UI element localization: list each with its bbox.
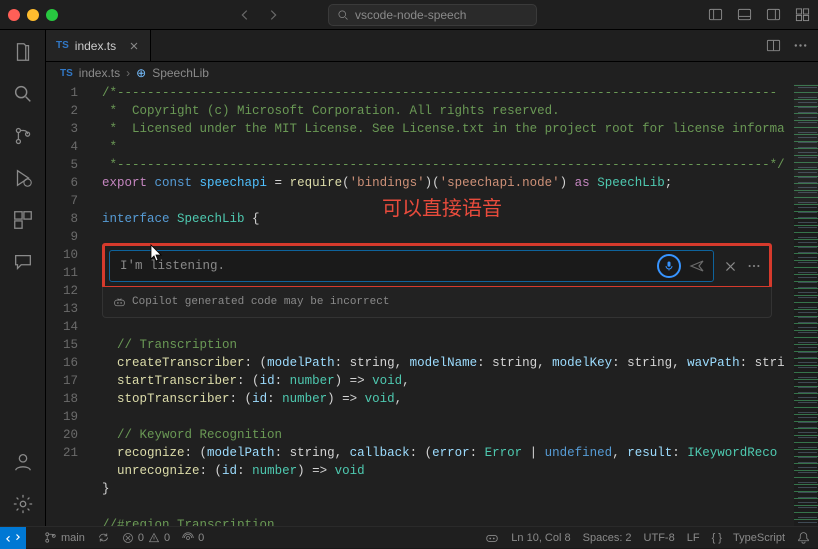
inline-chat-panel: I'm listening. xyxy=(102,243,772,289)
remote-indicator[interactable] xyxy=(0,527,26,549)
eol-status[interactable]: LF xyxy=(687,532,700,544)
nav-back-icon[interactable] xyxy=(238,8,252,22)
source-control-icon[interactable] xyxy=(9,122,37,150)
inline-chat-placeholder: I'm listening. xyxy=(120,257,651,275)
inline-chat-note-text: Copilot generated code may be incorrect xyxy=(132,293,389,311)
inline-chat-input[interactable]: I'm listening. xyxy=(109,250,714,282)
notifications-icon[interactable] xyxy=(797,531,810,544)
git-branch-name: main xyxy=(61,532,85,544)
tab-close-icon[interactable] xyxy=(128,40,140,52)
line-number: 21 xyxy=(46,444,78,462)
breadcrumb[interactable]: TS index.ts › ⊕ SpeechLib xyxy=(46,62,818,84)
copilot-status-icon[interactable] xyxy=(485,531,499,545)
chat-icon[interactable] xyxy=(9,248,37,276)
command-center-search[interactable]: vscode-node-speech xyxy=(328,4,537,26)
line-number: 13 xyxy=(46,300,78,318)
microphone-icon[interactable] xyxy=(657,254,681,278)
line-number: 20 xyxy=(46,426,78,444)
extensions-icon[interactable] xyxy=(9,206,37,234)
copilot-icon xyxy=(113,296,126,309)
search-view-icon[interactable] xyxy=(9,80,37,108)
status-bar: main 0 0 0 Ln 10, Col 8 Spaces: 2 UTF-8 … xyxy=(0,526,818,548)
line-number: 9 xyxy=(46,228,78,246)
git-branch-status[interactable]: main xyxy=(44,531,85,544)
code-editor[interactable]: 123456789101112131415161718192021 /*----… xyxy=(46,84,818,526)
line-number: 3 xyxy=(46,120,78,138)
send-icon[interactable] xyxy=(689,258,705,274)
problems-status[interactable]: 0 0 xyxy=(122,532,170,544)
zoom-window-dot[interactable] xyxy=(46,9,58,21)
settings-gear-icon[interactable] xyxy=(9,490,37,518)
typescript-file-icon: TS xyxy=(56,40,69,51)
tab-filename: index.ts xyxy=(75,39,116,53)
activity-bar xyxy=(0,30,46,526)
line-number: 6 xyxy=(46,174,78,192)
line-number: 11 xyxy=(46,264,78,282)
language-mode-status[interactable]: { } TypeScript xyxy=(712,532,785,544)
line-number: 18 xyxy=(46,390,78,408)
line-number: 19 xyxy=(46,408,78,426)
line-number: 4 xyxy=(46,138,78,156)
layout-customize-icon[interactable] xyxy=(795,7,810,22)
line-number: 12 xyxy=(46,282,78,300)
command-center-placeholder: vscode-node-speech xyxy=(355,8,466,22)
accounts-icon[interactable] xyxy=(9,448,37,476)
symbol-type-icon: ⊕ xyxy=(136,66,146,80)
indentation-status[interactable]: Spaces: 2 xyxy=(583,532,632,544)
encoding-status[interactable]: UTF-8 xyxy=(644,532,675,544)
search-icon xyxy=(337,9,349,21)
nav-forward-icon[interactable] xyxy=(266,8,280,22)
sync-status[interactable] xyxy=(97,531,110,544)
chevron-right-icon: › xyxy=(126,66,130,80)
line-number: 10 xyxy=(46,246,78,264)
close-window-dot[interactable] xyxy=(8,9,20,21)
ports-status[interactable]: 0 xyxy=(182,532,204,544)
line-number: 15 xyxy=(46,336,78,354)
window-controls xyxy=(8,9,58,21)
typescript-file-icon: TS xyxy=(60,68,73,79)
close-icon[interactable] xyxy=(724,260,737,273)
explorer-icon[interactable] xyxy=(9,38,37,66)
line-number: 1 xyxy=(46,84,78,102)
run-debug-icon[interactable] xyxy=(9,164,37,192)
inline-chat-footer: Copilot generated code may be incorrect xyxy=(102,287,772,318)
minimize-window-dot[interactable] xyxy=(27,9,39,21)
more-actions-icon[interactable] xyxy=(793,38,808,53)
breadcrumb-file: index.ts xyxy=(79,66,120,80)
line-number: 8 xyxy=(46,210,78,228)
layout-sidebar-right-icon[interactable] xyxy=(766,7,781,22)
title-bar: vscode-node-speech xyxy=(0,0,818,30)
line-number: 7 xyxy=(46,192,78,210)
line-number: 14 xyxy=(46,318,78,336)
line-number-gutter: 123456789101112131415161718192021 xyxy=(46,84,92,526)
breadcrumb-symbol: SpeechLib xyxy=(152,66,209,80)
line-number: 5 xyxy=(46,156,78,174)
split-editor-icon[interactable] xyxy=(766,38,781,53)
more-icon[interactable] xyxy=(747,259,761,273)
line-number: 17 xyxy=(46,372,78,390)
minimap[interactable] xyxy=(794,84,818,526)
layout-sidebar-left-icon[interactable] xyxy=(708,7,723,22)
cursor-position[interactable]: Ln 10, Col 8 xyxy=(511,532,570,544)
line-number: 16 xyxy=(46,354,78,372)
layout-panel-icon[interactable] xyxy=(737,7,752,22)
line-number: 2 xyxy=(46,102,78,120)
editor-tabs: TS index.ts xyxy=(46,30,818,62)
tab-index-ts[interactable]: TS index.ts xyxy=(46,30,151,61)
